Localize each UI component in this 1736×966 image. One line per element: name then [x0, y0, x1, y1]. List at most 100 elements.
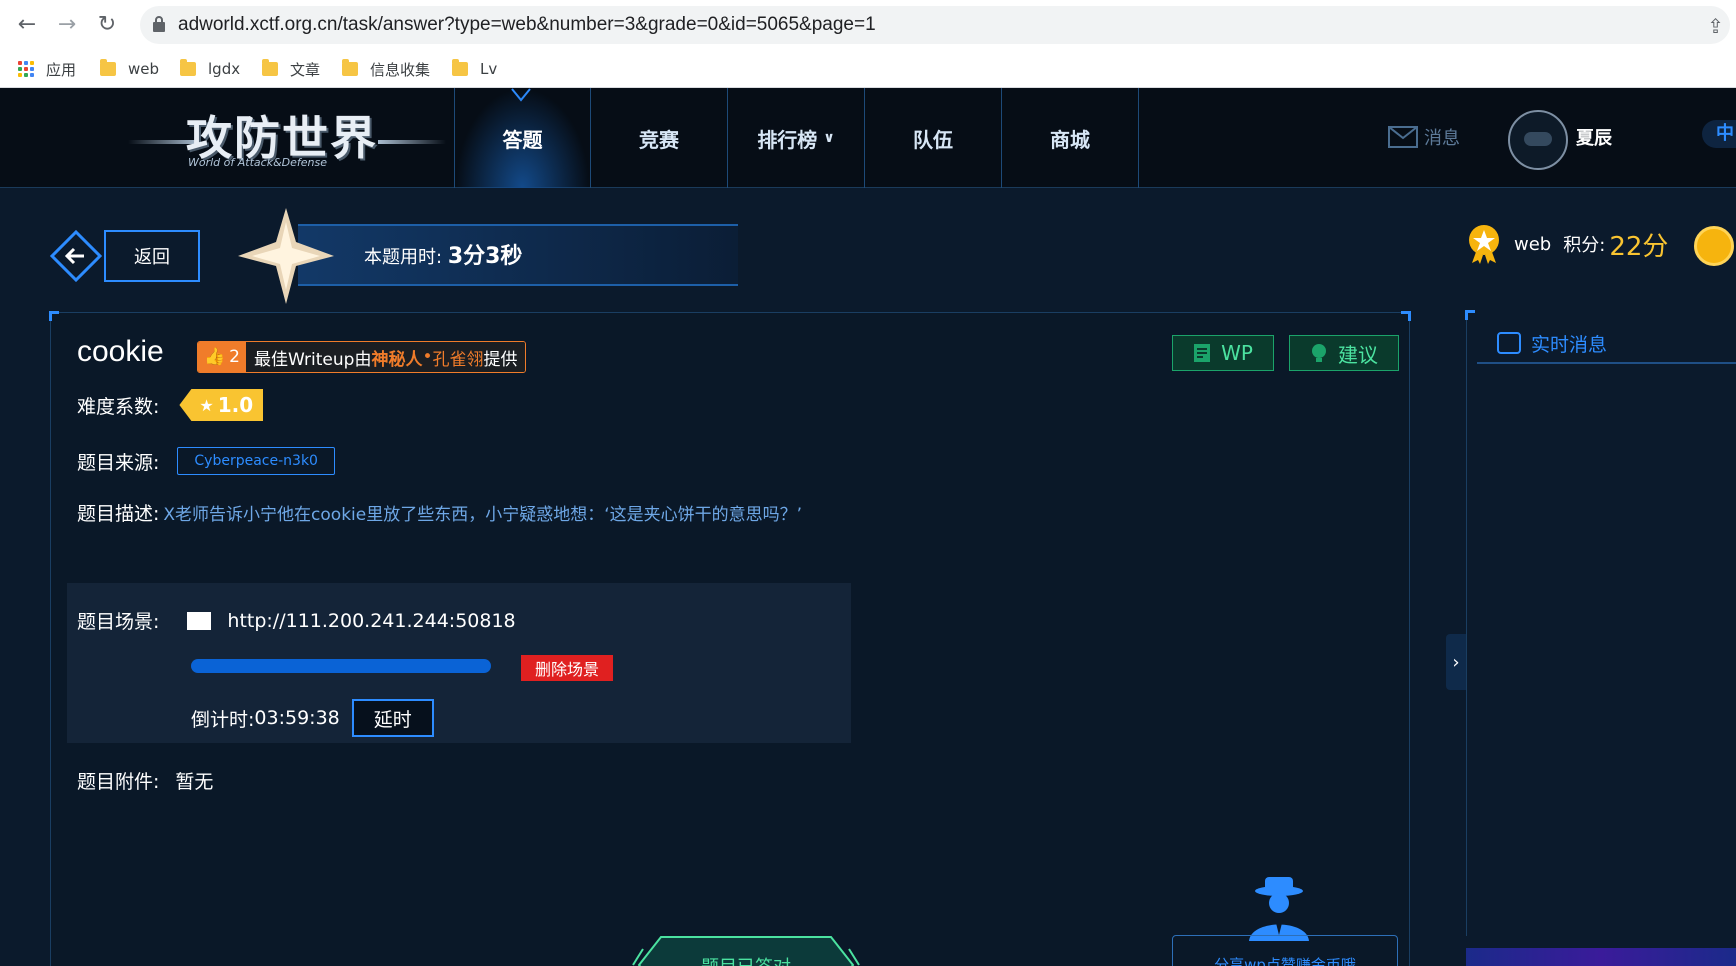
realtime-header: 实时消息: [1477, 324, 1736, 364]
folder-icon: [180, 59, 196, 76]
bookmark-apps[interactable]: 应用: [18, 57, 76, 81]
bookmark-info-gathering[interactable]: 信息收集: [342, 57, 430, 81]
back-arrow-icon[interactable]: ←: [12, 10, 42, 40]
bookmark-lgdx[interactable]: lgdx: [180, 57, 240, 81]
avatar[interactable]: [1508, 110, 1568, 170]
task-panel: cookie 👍 2 最佳Writeup由 神秘人 • 孔雀翎 提供 WP 建议…: [49, 311, 1411, 966]
suggest-button[interactable]: 建议: [1289, 335, 1399, 371]
back-arrow-icon: [50, 230, 102, 282]
writeup-like-count: 👍 2: [198, 342, 246, 372]
document-icon: [1194, 344, 1211, 362]
nav-competition[interactable]: 竞赛: [591, 88, 728, 188]
nav-answer[interactable]: 答题: [454, 88, 591, 188]
nav-ranking[interactable]: 排行榜 ∨: [728, 88, 865, 188]
lock-icon: [153, 16, 165, 32]
scene-box: 题目场景: http://111.200.241.244:50818 删除场景 …: [67, 583, 851, 743]
bookmark-label: lgdx: [208, 60, 241, 78]
reload-icon[interactable]: ↻: [92, 10, 122, 40]
countdown-value: 03:59:38: [254, 707, 340, 729]
corner-accent: [1401, 311, 1411, 321]
countdown-label: 倒计时:: [191, 708, 255, 731]
share-icon[interactable]: ⇪: [1707, 14, 1724, 38]
apps-grid-icon: [18, 61, 34, 77]
bookmark-label: Lv: [480, 60, 498, 78]
category-label: web: [1514, 233, 1552, 255]
language-switch[interactable]: 中: [1702, 120, 1736, 148]
score-display: web 积分: 22分: [1466, 224, 1668, 264]
attachment-label: 题目附件:: [77, 771, 160, 793]
nav-ranking-label: 排行榜: [757, 127, 818, 152]
folder-icon: [100, 59, 116, 76]
messages-label: 消息: [1424, 128, 1460, 149]
scene-progress-bar: [191, 659, 491, 673]
username[interactable]: 夏辰: [1576, 124, 1612, 150]
chevron-right-icon: ›: [1452, 651, 1460, 673]
back-label: 返回: [104, 230, 200, 282]
address-bar[interactable]: adworld.xctf.org.cn/task/answer?type=web…: [140, 6, 1730, 44]
bookmark-label: 信息收集: [370, 60, 431, 79]
forward-arrow-icon[interactable]: →: [52, 10, 82, 40]
realtime-messages-panel: 实时消息: [1465, 310, 1736, 936]
delete-scene-button[interactable]: 删除场景: [521, 655, 613, 681]
writeup-badge[interactable]: 👍 2 最佳Writeup由 神秘人 • 孔雀翎 提供: [197, 341, 527, 373]
coin-icon[interactable]: [1694, 226, 1734, 266]
folder-icon: [262, 59, 278, 76]
writeup-suffix: 提供: [483, 349, 518, 370]
folder-icon: [452, 59, 468, 76]
chat-icon: [1497, 332, 1521, 354]
delay-button[interactable]: 延时: [351, 699, 434, 737]
task-title: cookie: [77, 335, 164, 368]
medal-icon: [1469, 225, 1499, 264]
scene-url[interactable]: http://111.200.241.244:50818: [227, 610, 515, 632]
nav-team[interactable]: 队伍: [865, 88, 1002, 188]
suggest-label: 建议: [1338, 342, 1378, 367]
site-logo[interactable]: 攻防世界 World of Attack&Defense: [128, 100, 446, 172]
folder-icon: [342, 59, 358, 76]
description-label: 题目描述:: [77, 503, 160, 525]
wp-button[interactable]: WP: [1172, 335, 1274, 371]
writeup-prefix: 最佳Writeup由: [254, 349, 372, 370]
description-text: X老师告诉小宁他在cookie里放了些东西，小宁疑惑地想：‘这是夹心饼干的意思吗…: [163, 505, 803, 525]
promo-banner[interactable]: [1466, 948, 1736, 966]
bookmark-label: 应用: [46, 60, 77, 79]
bookmarks-bar: 应用 web lgdx 文章 信息收集 Lv: [0, 50, 1736, 88]
description-row: 题目描述: X老师告诉小宁他在cookie里放了些东西，小宁疑惑地想：‘这是夹心…: [77, 499, 802, 526]
corner-accent: [49, 311, 59, 321]
messages-link[interactable]: 消息: [1388, 124, 1460, 150]
writeup-text: 最佳Writeup由 神秘人 • 孔雀翎 提供: [246, 342, 526, 372]
scene-row: 题目场景: http://111.200.241.244:50818: [77, 607, 516, 634]
star-badge-icon: [238, 208, 334, 304]
bookmark-label: 文章: [290, 60, 321, 79]
monitor-icon: [187, 611, 212, 630]
scene-label: 题目场景:: [77, 611, 160, 633]
writeup-sep: •: [422, 347, 433, 367]
url-text: adworld.xctf.org.cn/task/answer?type=web…: [178, 14, 876, 35]
bookmark-label: web: [128, 60, 160, 78]
wp-label: WP: [1221, 341, 1253, 365]
nav-shop[interactable]: 商城: [1002, 88, 1139, 188]
lightbulb-icon: [1312, 344, 1326, 362]
answered-label: 题目已答对: [631, 953, 861, 966]
realtime-title: 实时消息: [1531, 333, 1608, 356]
chevron-down-icon: ∨: [823, 130, 835, 146]
timer-text: 本题用时: 3分3秒: [364, 238, 522, 270]
logo-wing-right: [378, 140, 446, 144]
back-button[interactable]: 返回: [50, 226, 202, 286]
expand-panel-button[interactable]: ›: [1446, 634, 1466, 690]
source-label: 题目来源:: [77, 451, 160, 474]
source-tag[interactable]: Cyberpeace-n3k0: [177, 447, 335, 475]
share-wp-box[interactable]: 分享wp点赞赚金币哦: [1172, 935, 1398, 966]
timer-value: 3分3秒: [447, 244, 523, 269]
difficulty-tag: ★ 1.0: [179, 389, 264, 421]
site-header: 攻防世界 World of Attack&Defense 答题 竞赛 排行榜 ∨…: [0, 88, 1736, 188]
logo-subtitle: World of Attack&Defense: [188, 156, 327, 169]
difficulty-label: 难度系数:: [77, 395, 160, 418]
bookmark-lv[interactable]: Lv: [452, 57, 497, 81]
bookmark-web[interactable]: web: [100, 57, 159, 81]
bookmark-articles[interactable]: 文章: [262, 57, 320, 81]
timer-banner: 本题用时: 3分3秒: [238, 208, 738, 304]
agent-icon: [1249, 877, 1309, 941]
star-icon: ★: [199, 395, 214, 415]
browser-toolbar: ← → ↻ adworld.xctf.org.cn/task/answer?ty…: [0, 0, 1736, 50]
difficulty-value: 1.0: [217, 393, 254, 417]
